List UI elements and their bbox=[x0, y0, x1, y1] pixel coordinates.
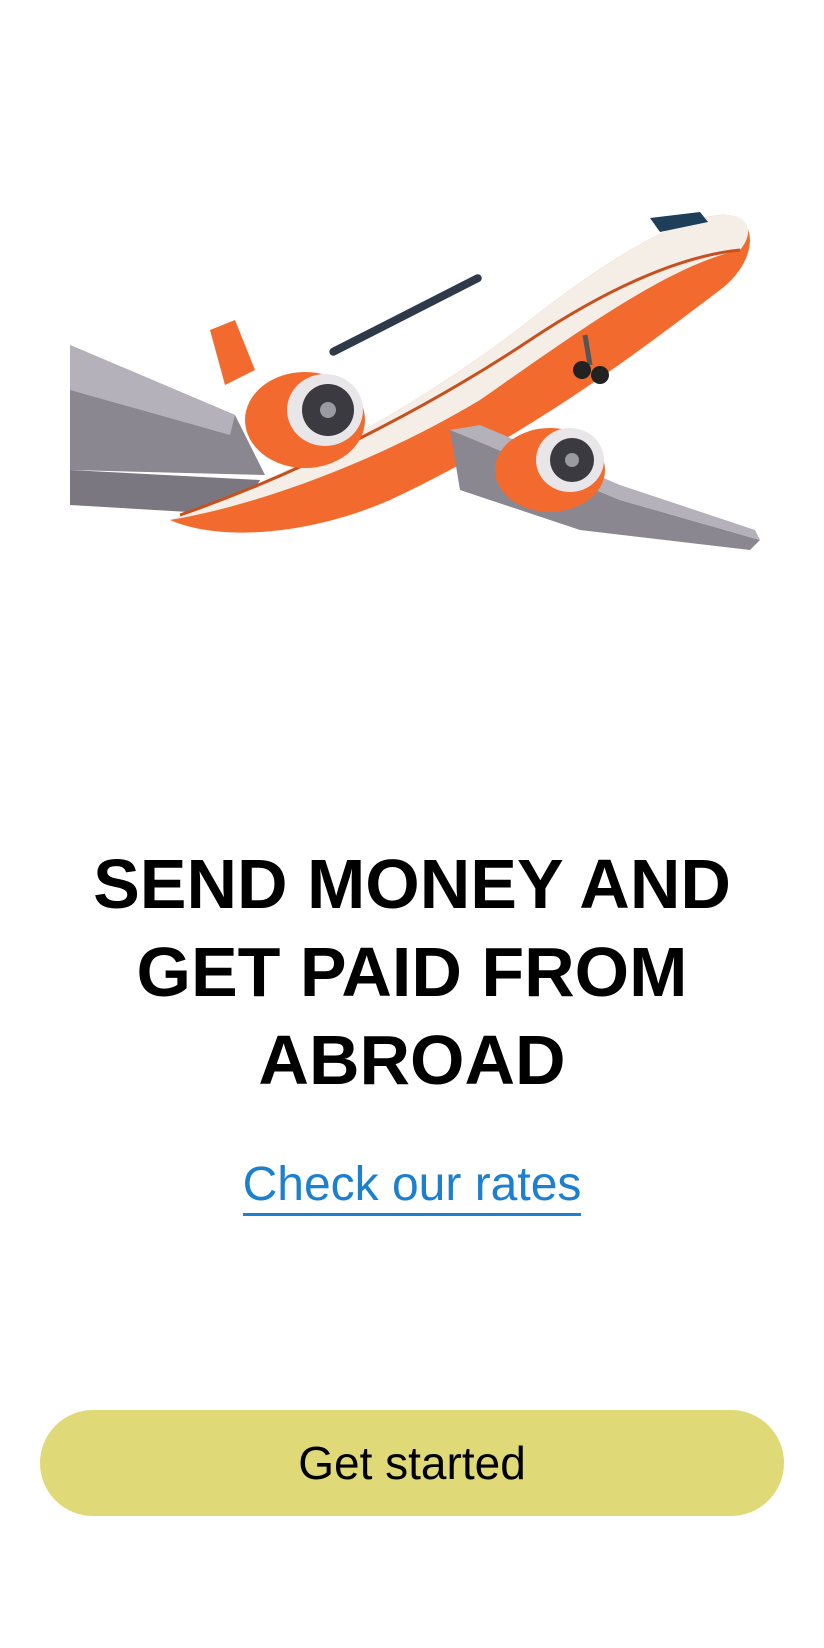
page-title: SEND MONEY AND GET PAID FROM ABROAD bbox=[93, 845, 731, 1099]
hero-illustration bbox=[60, 170, 800, 590]
check-rates-link-label: Check our rates bbox=[242, 1158, 582, 1216]
airplane-icon bbox=[70, 212, 760, 550]
check-rates-link[interactable]: Check our rates bbox=[0, 1150, 824, 1220]
get-started-button[interactable]: Get started bbox=[40, 1410, 784, 1516]
